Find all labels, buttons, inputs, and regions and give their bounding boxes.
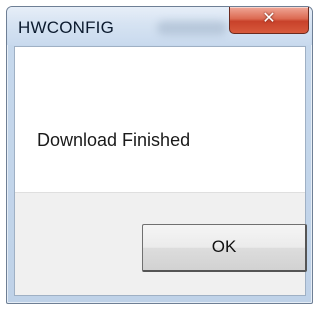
message-text: Download Finished [37, 130, 191, 150]
dialog-window: HWCONFIG ✕ Download Finished OK [6, 6, 313, 304]
window-title: HWCONFIG [18, 18, 115, 37]
ok-button[interactable]: OK [142, 224, 307, 272]
button-bar: OK [15, 192, 307, 295]
message-area: Download Finished [15, 47, 305, 193]
title-bar[interactable]: HWCONFIG ✕ [7, 7, 312, 45]
dialog-body: Download Finished OK [14, 46, 307, 296]
close-button[interactable]: ✕ [229, 7, 309, 34]
title-bar-glass [157, 21, 227, 35]
close-icon: ✕ [262, 8, 276, 27]
